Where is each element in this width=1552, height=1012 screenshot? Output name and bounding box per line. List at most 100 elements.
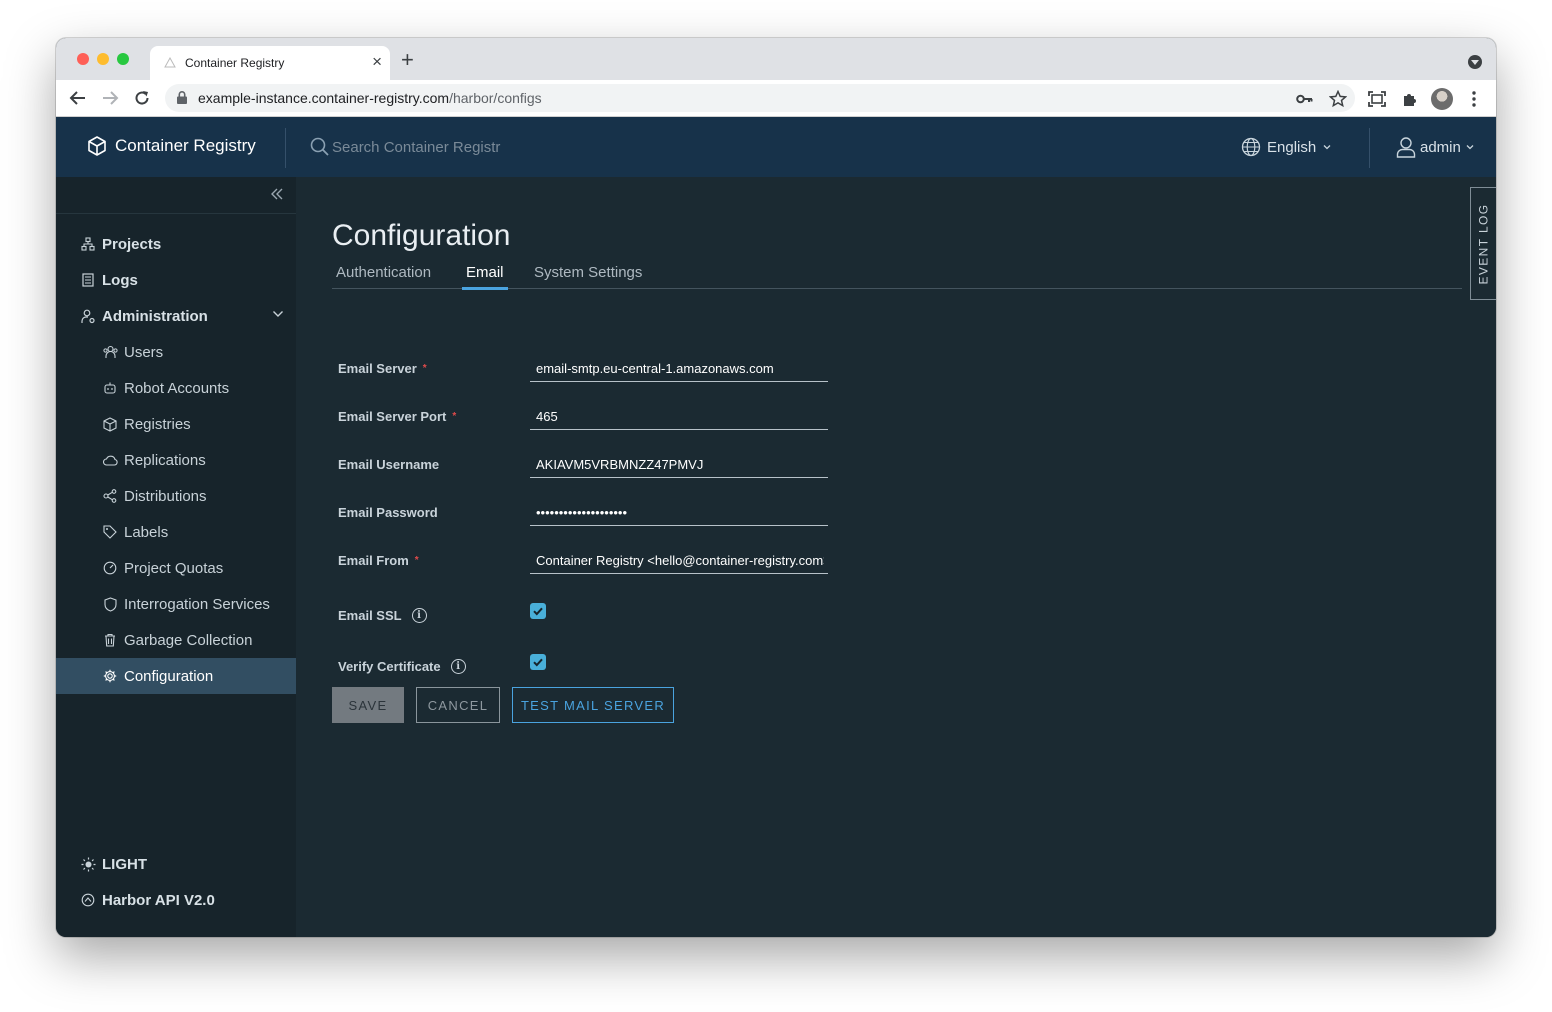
favicon-icon: [164, 57, 176, 68]
browser-tab-title: Container Registry: [185, 56, 285, 70]
sidebar-item-label: Labels: [124, 523, 169, 541]
sidebar-item-garbage-collection[interactable]: Garbage Collection: [56, 622, 296, 658]
browser-menu-icon[interactable]: [1464, 89, 1484, 109]
sidebar: Projects Logs Administration Users Robot…: [56, 177, 296, 937]
sidebar-item-project-quotas[interactable]: Project Quotas: [56, 550, 296, 586]
sidebar-item-label: Project Quotas: [124, 559, 224, 577]
back-icon[interactable]: [67, 87, 89, 109]
robot-icon: [102, 380, 118, 396]
search-input[interactable]: Search Container Registr: [332, 139, 500, 156]
email-from-input[interactable]: Container Registry <hello@container-regi…: [530, 548, 828, 574]
cancel-button[interactable]: CANCEL: [416, 687, 500, 723]
event-log-tab[interactable]: EVENT LOG: [1470, 187, 1496, 300]
user-menu[interactable]: admin: [1396, 136, 1475, 158]
sidebar-item-label: Registries: [124, 415, 191, 433]
close-window-button[interactable]: [77, 53, 89, 65]
info-icon[interactable]: i: [411, 608, 427, 623]
forward-icon[interactable]: [99, 87, 121, 109]
tab-search-icon[interactable]: [1468, 55, 1482, 69]
username-label: admin: [1420, 138, 1461, 156]
collapse-sidebar-icon[interactable]: [270, 187, 284, 206]
sun-icon: [80, 856, 96, 872]
tab-system-settings[interactable]: System Settings: [530, 264, 646, 289]
chevron-down-icon: [1466, 145, 1474, 150]
brand-logo[interactable]: Container Registry: [88, 136, 256, 156]
main-content: Configuration Authentication Email Syste…: [296, 177, 1496, 937]
logs-icon: [80, 272, 96, 288]
extensions-icon[interactable]: [1400, 89, 1420, 109]
sidebar-item-label: Garbage Collection: [124, 631, 253, 649]
sidebar-item-replications[interactable]: Replications: [56, 442, 296, 478]
tab-email[interactable]: Email: [462, 264, 508, 290]
search-icon: [310, 137, 329, 156]
save-button[interactable]: SAVE: [332, 687, 404, 723]
sidebar-item-registries[interactable]: Registries: [56, 406, 296, 442]
api-link[interactable]: Harbor API V2.0: [56, 882, 296, 918]
email-from-row: Email From * Container Registry <hello@co…: [338, 546, 838, 576]
new-tab-icon[interactable]: +: [401, 49, 414, 71]
email-server-input[interactable]: email-smtp.eu-central-1.amazonaws.com: [530, 356, 828, 382]
replications-icon: [102, 452, 118, 468]
chevron-down-icon: [273, 311, 283, 317]
key-icon[interactable]: [1295, 89, 1315, 109]
tab-authentication[interactable]: Authentication: [332, 264, 435, 289]
email-username-input[interactable]: AKIAVM5VRBMNZZ47PMVJ: [530, 452, 828, 478]
checkmark-icon: [533, 658, 543, 667]
sidebar-item-configuration[interactable]: Configuration: [56, 658, 296, 694]
api-label: Harbor API V2.0: [102, 891, 215, 909]
email-server-port-input[interactable]: 465: [530, 404, 828, 430]
theme-toggle[interactable]: LIGHT: [56, 846, 296, 882]
sidebar-item-label: Users: [124, 343, 164, 361]
email-password-input[interactable]: ••••••••••••••••••••: [530, 500, 828, 526]
maximize-window-button[interactable]: [117, 53, 129, 65]
required-marker: *: [422, 363, 427, 374]
sidebar-item-logs[interactable]: Logs: [56, 262, 296, 298]
address-bar[interactable]: example-instance.container-registry.com/…: [165, 84, 1355, 112]
header-divider: [285, 128, 286, 168]
verify-certificate-checkbox[interactable]: [530, 654, 546, 670]
sidebar-item-projects[interactable]: Projects: [56, 226, 296, 262]
sidebar-item-users[interactable]: Users: [56, 334, 296, 370]
reload-icon[interactable]: [131, 87, 153, 109]
email-from-label: Email From *: [338, 553, 419, 568]
bookmark-star-icon[interactable]: [1328, 89, 1348, 109]
email-password-label: Email Password: [338, 505, 438, 520]
screen-capture-icon[interactable]: [1367, 89, 1387, 109]
url-text: example-instance.container-registry.com/…: [198, 90, 542, 106]
browser-tab[interactable]: Container Registry ×: [150, 46, 390, 80]
sidebar-item-label: Projects: [102, 235, 162, 253]
email-server-port-row: Email Server Port * 465: [338, 402, 838, 432]
checkmark-icon: [533, 607, 543, 616]
global-search[interactable]: Search Container Registr: [310, 137, 500, 157]
sidebar-item-interrogation-services[interactable]: Interrogation Services: [56, 586, 296, 622]
sidebar-item-robot-accounts[interactable]: Robot Accounts: [56, 370, 296, 406]
browser-profile-avatar[interactable]: [1431, 88, 1453, 110]
sidebar-item-label: Logs: [102, 271, 138, 289]
email-password-row: Email Password ••••••••••••••••••••: [338, 498, 838, 528]
gear-icon: [102, 668, 118, 684]
projects-icon: [80, 236, 96, 252]
sidebar-item-label: Robot Accounts: [124, 379, 230, 397]
test-mail-server-button[interactable]: TEST MAIL SERVER: [512, 687, 674, 723]
email-ssl-checkbox[interactable]: [530, 603, 546, 619]
info-icon[interactable]: i: [450, 659, 466, 674]
browser-toolbar: example-instance.container-registry.com/…: [56, 80, 1496, 117]
config-tabs: Authentication Email System Settings: [332, 264, 1462, 290]
language-selector[interactable]: English: [1241, 137, 1332, 157]
minimize-window-button[interactable]: [97, 53, 109, 65]
verify-certificate-label: Verify Certificate i: [338, 659, 466, 674]
email-ssl-row: Email SSL i: [338, 601, 838, 631]
required-marker: *: [414, 555, 419, 566]
close-tab-icon[interactable]: ×: [372, 53, 382, 71]
language-label: English: [1267, 138, 1317, 156]
sidebar-item-distributions[interactable]: Distributions: [56, 478, 296, 514]
app-name: Container Registry: [115, 136, 256, 155]
user-icon: [1396, 137, 1416, 158]
chevron-down-icon: [1323, 145, 1331, 150]
sidebar-item-administration[interactable]: Administration: [56, 298, 296, 334]
sidebar-item-labels[interactable]: Labels: [56, 514, 296, 550]
email-username-row: Email Username AKIAVM5VRBMNZZ47PMVJ: [338, 450, 838, 480]
api-icon: [80, 892, 96, 908]
sidebar-item-label: Replications: [124, 451, 206, 469]
browser-window: Container Registry × + example-instance.…: [56, 38, 1496, 937]
